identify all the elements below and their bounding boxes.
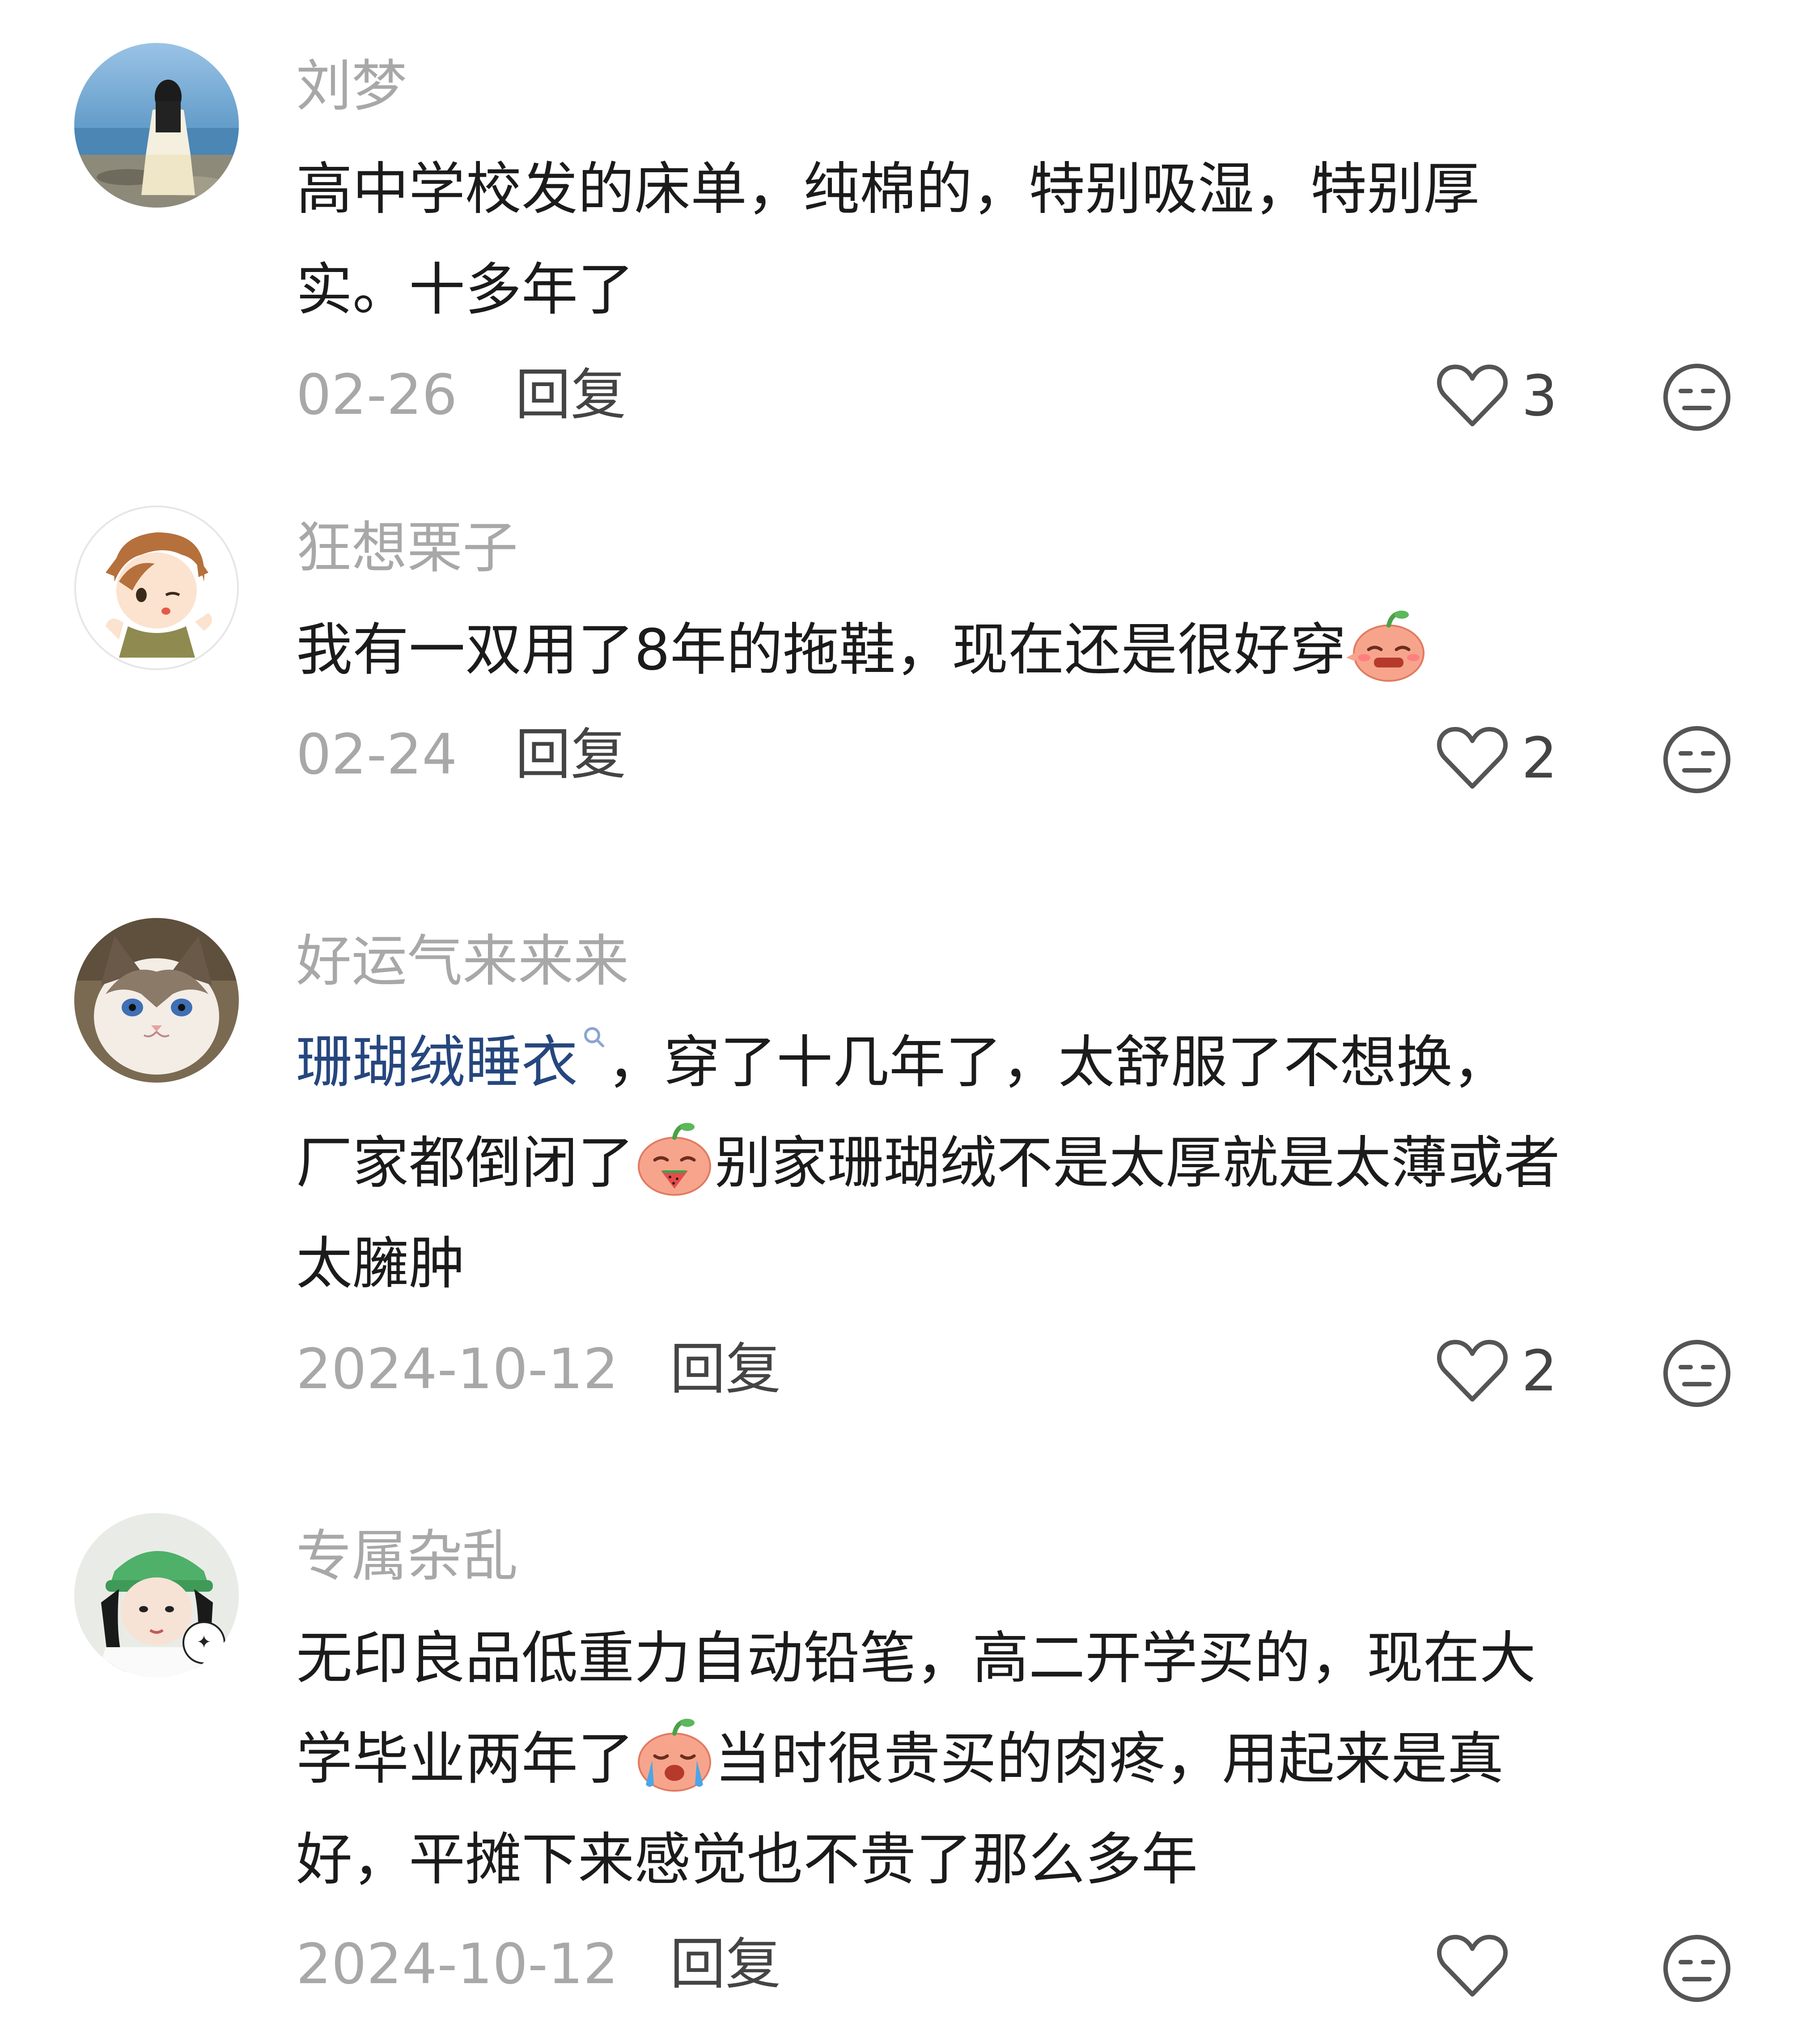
- username[interactable]: 刘梦: [296, 53, 407, 120]
- neutral-face-icon[interactable]: [1661, 361, 1733, 433]
- comment-line: 厂家都倒闭了 别家珊瑚绒不是太厚就是太薄或者: [296, 1113, 1772, 1213]
- like-count: 3: [1522, 363, 1558, 429]
- neutral-face-icon[interactable]: [1661, 724, 1733, 795]
- like-button[interactable]: 3: [1437, 358, 1571, 434]
- like-count: 2: [1522, 725, 1558, 791]
- comment-line: 高中学校发的床单，纯棉的，特别吸湿，特别厚: [296, 156, 1480, 222]
- comment-line-text: ，穿了十几年了，太舒服了不想换，: [607, 1029, 1509, 1095]
- neutral-face-icon[interactable]: [1661, 1933, 1733, 2004]
- heart-outline-icon: [1437, 1935, 1508, 1997]
- avatar[interactable]: [74, 43, 239, 208]
- comment-list: 刘梦 高中学校发的床单，纯棉的，特别吸湿，特别厚 实。十多年了 02-26 回复…: [0, 0, 1806, 2044]
- comment-line-text: 我有一双用了8年的拖鞋，现在还是很好穿: [296, 617, 1347, 683]
- comment-line: 珊瑚绒睡衣 ，穿了十几年了，太舒服了不想换，: [296, 1012, 1772, 1113]
- comment-line-text: 当时很贵买的肉疼，用起来是真: [715, 1726, 1504, 1792]
- comment-date: 02-26: [296, 363, 458, 427]
- username[interactable]: 狂想栗子: [296, 514, 518, 582]
- comment-line: 无印良品低重力自动铅笔，高二开学买的，现在大: [296, 1625, 1536, 1691]
- avatar[interactable]: ✦: [74, 1513, 239, 1678]
- comment-line: 实。十多年了: [296, 257, 634, 323]
- heart-outline-icon: [1437, 727, 1508, 789]
- neutral-face-icon[interactable]: [1661, 1338, 1733, 1409]
- comment-line-text: 厂家都倒闭了: [296, 1130, 634, 1196]
- like-button[interactable]: [1437, 1928, 1571, 2004]
- comment-line: 好，平摊下来感觉也不贵了那么多年: [296, 1827, 1198, 1892]
- comment-text: 高中学校发的床单，纯棉的，特别吸湿，特别厚 实。十多年了: [296, 139, 1772, 340]
- comment-line-text: 别家珊瑚绒不是太厚就是太薄或者: [715, 1130, 1560, 1196]
- svg-text:✦: ✦: [196, 1632, 212, 1653]
- heart-outline-icon: [1437, 1340, 1508, 1402]
- peach-emoji: [638, 1123, 711, 1196]
- comment-date: 2024-10-12: [296, 1932, 619, 1997]
- peach-emoji: [1346, 611, 1425, 682]
- username[interactable]: 好运气来来来: [296, 928, 629, 995]
- comment-text: 我有一双用了8年的拖鞋，现在还是很好穿: [296, 599, 1772, 700]
- comment-text: 无印良品低重力自动铅笔，高二开学买的，现在大 学毕业两年了 当时很贵买的肉疼，用…: [296, 1608, 1772, 1910]
- avatar[interactable]: [74, 506, 239, 670]
- reply-button[interactable]: 回复: [670, 1336, 781, 1403]
- like-button[interactable]: 2: [1437, 720, 1571, 796]
- reply-button[interactable]: 回复: [670, 1931, 781, 1998]
- heart-outline-icon: [1437, 365, 1508, 426]
- reply-button[interactable]: 回复: [515, 361, 626, 429]
- search-link[interactable]: 珊瑚绒睡衣: [296, 1029, 578, 1095]
- reply-button[interactable]: 回复: [515, 721, 626, 788]
- peach-emoji: [638, 1719, 711, 1792]
- avatar[interactable]: [74, 918, 239, 1083]
- comment-line-text: 学毕业两年了: [296, 1726, 634, 1792]
- like-count: 2: [1522, 1338, 1558, 1404]
- comment-text: 珊瑚绒睡衣 ，穿了十几年了，太舒服了不想换， 厂家都倒闭了 别家珊瑚绒不是太厚就…: [296, 1012, 1772, 1314]
- comment-date: 02-24: [296, 722, 458, 787]
- comment-date: 2024-10-12: [296, 1337, 619, 1402]
- comment-line: 我有一双用了8年的拖鞋，现在还是很好穿: [296, 599, 1772, 700]
- like-button[interactable]: 2: [1437, 1333, 1571, 1409]
- comment-line: 学毕业两年了 当时很贵买的肉疼，用起来是真: [296, 1708, 1772, 1809]
- comment-line: 太臃肿: [296, 1231, 465, 1296]
- username[interactable]: 专属杂乱: [296, 1523, 518, 1590]
- search-icon[interactable]: [581, 1024, 607, 1050]
